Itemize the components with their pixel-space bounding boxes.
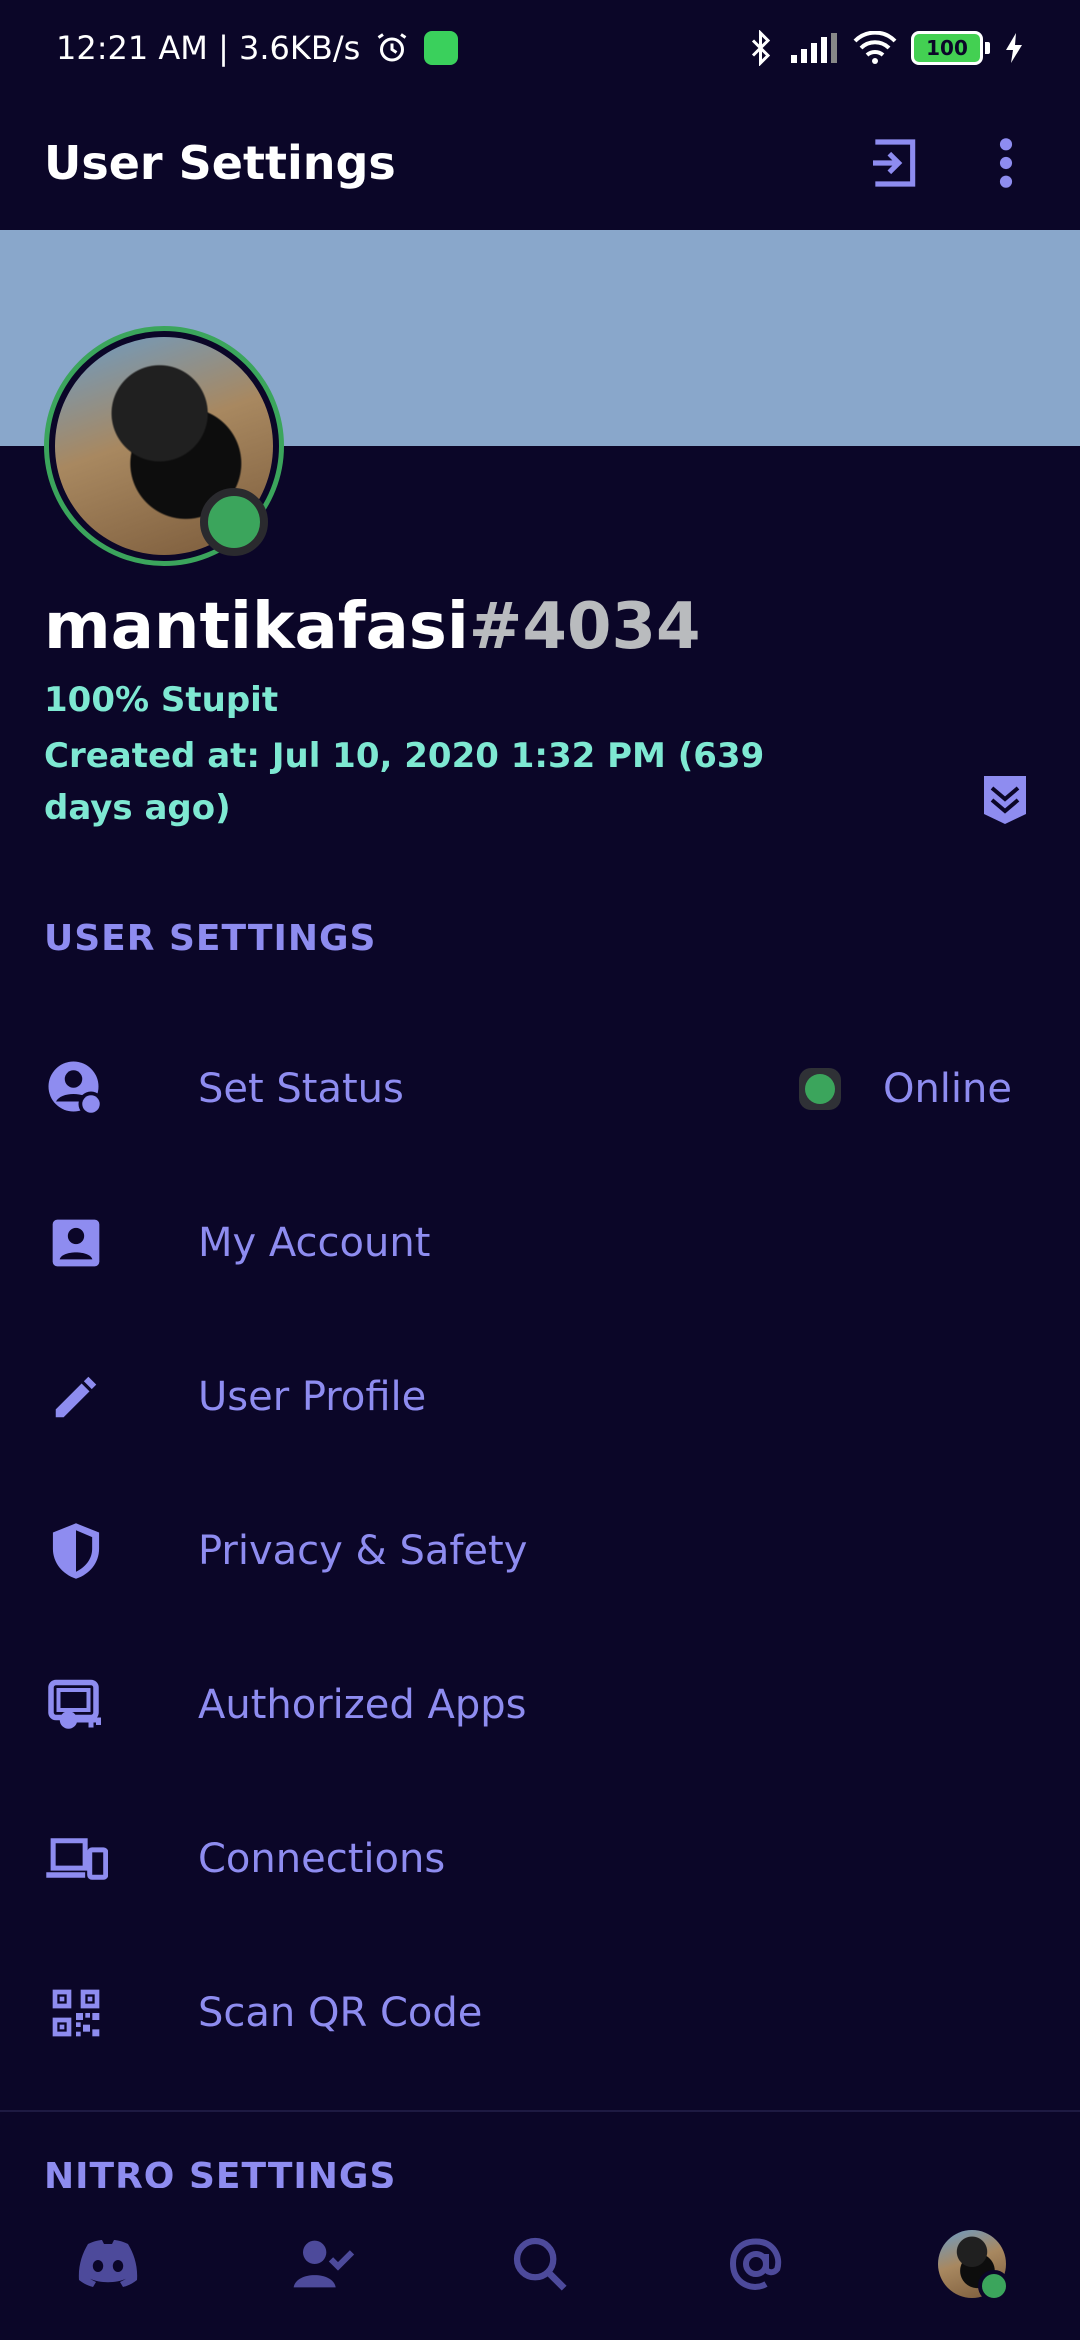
battery-indicator: 100 [911,31,990,65]
menu-item-user-profile[interactable]: User Profile [0,1320,1080,1474]
divider [0,2110,1080,2112]
battery-tip [985,42,990,54]
menu-label: Privacy & Safety [198,1528,528,1574]
more-vertical-icon [999,138,1013,188]
page-title: User Settings [44,136,396,190]
nav-home[interactable] [68,2224,148,2304]
menu-item-my-account[interactable]: My Account [0,1166,1080,1320]
menu-item-connections[interactable]: Connections [0,1782,1080,1936]
logout-button[interactable] [864,133,924,193]
account-icon [44,1211,108,1275]
user-settings-section-header: USER SETTINGS [44,918,377,959]
status-bar: 12:21 AM | 3.6KB/s 100 [0,0,1080,96]
menu-label: User Profile [198,1374,427,1420]
authorized-apps-icon [44,1673,108,1737]
bottom-navigation [0,2188,1080,2340]
bluetooth-icon [751,30,771,66]
custom-status-bio: 100% Stupit [44,680,279,720]
current-status-label: Online [882,1066,1012,1112]
account-created-date: Created at: Jul 10, 2020 1:32 PM (639 da… [44,736,765,828]
status-left: 12:21 AM | 3.6KB/s [56,29,459,67]
status-right: 100 [747,30,1024,66]
more-options-button[interactable] [976,133,1036,193]
menu-label: Authorized Apps [198,1682,527,1728]
expand-profile-button[interactable] [984,776,1026,824]
battery-level: 100 [911,31,983,65]
mentions-icon [730,2238,782,2290]
profile-online-dot [978,2270,1010,2302]
online-status-dot [200,488,268,556]
nav-search[interactable] [500,2224,580,2304]
wifi-icon [853,31,897,64]
menu-item-scan-qr-code[interactable]: Scan QR Code [0,1936,1080,2090]
online-status-icon [798,1068,841,1110]
nav-mentions[interactable] [716,2224,796,2304]
qr-code-icon [44,1981,108,2045]
menu-label: My Account [198,1220,431,1266]
nav-friends[interactable] [284,2224,364,2304]
alarm-icon [377,33,407,62]
friends-icon [293,2240,355,2288]
discord-home-icon [78,2240,138,2287]
signal-icon [791,33,837,63]
username: mantikafasi#4034 [44,590,701,664]
app-notification-icon [424,31,459,65]
menu-item-set-status[interactable]: Set Status Online [0,1012,1080,1166]
nav-profile[interactable] [932,2224,1012,2304]
chevron-down-badge-icon [984,776,1026,824]
current-status: Online [798,1066,1012,1112]
logout-icon [873,139,916,187]
menu-item-privacy-safety[interactable]: Privacy & Safety [0,1474,1080,1628]
charging-icon [1006,33,1022,63]
username-text: mantikafasi [44,590,469,664]
menu-label: Scan QR Code [198,1990,483,2036]
menu-label: Set Status [198,1066,404,1112]
app-header: User Settings [0,96,1080,230]
menu-item-authorized-apps[interactable]: Authorized Apps [0,1628,1080,1782]
pencil-icon [44,1365,108,1429]
menu-label: Connections [198,1836,446,1882]
connections-icon [44,1827,108,1891]
search-icon [513,2237,567,2291]
set-status-icon [44,1057,108,1121]
discriminator: #4034 [468,590,701,664]
shield-icon [44,1519,108,1583]
time-and-speed: 12:21 AM | 3.6KB/s [56,29,361,67]
